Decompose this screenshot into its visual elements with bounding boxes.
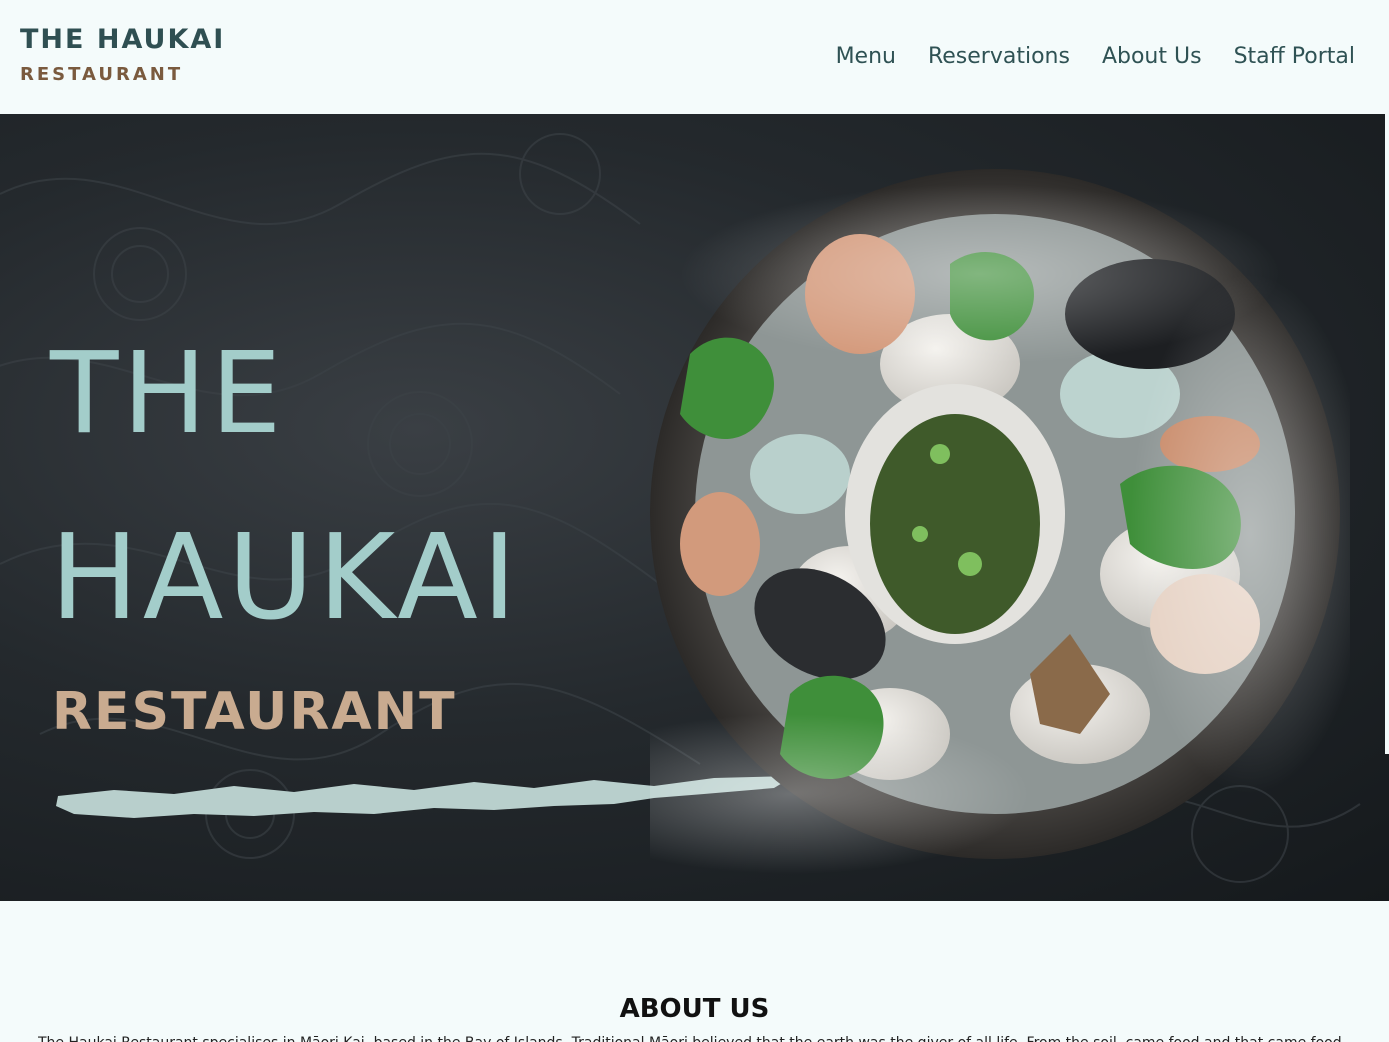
nav-about-us[interactable]: About Us <box>1102 42 1202 72</box>
nav-reservations[interactable]: Reservations <box>928 42 1070 72</box>
nav-menu[interactable]: Menu <box>836 42 896 72</box>
hero-edge-strip <box>1385 114 1389 754</box>
logo-title: THE HAUKAI <box>20 24 226 55</box>
dish-image <box>650 169 1350 874</box>
main-nav: Menu Reservations About Us Staff Portal <box>836 42 1355 72</box>
about-section: ABOUT US The Haukai Restaurant specialis… <box>0 901 1389 1042</box>
hero-title-restaurant: RESTAURANT <box>52 682 457 742</box>
nav-staff-portal[interactable]: Staff Portal <box>1234 42 1355 72</box>
hero-banner: THE HAUKAI RESTAURANT <box>0 114 1389 901</box>
logo-subtitle: RESTAURANT <box>20 64 184 85</box>
hero-title-the: THE <box>50 329 286 459</box>
about-text: The Haukai Restaurant specialises in Māo… <box>38 1033 1368 1042</box>
site-header: THE HAUKAI RESTAURANT Menu Reservations … <box>0 0 1389 114</box>
hero-title-haukai: HAUKAI <box>50 508 521 646</box>
site-logo[interactable]: THE HAUKAI RESTAURANT <box>20 24 225 86</box>
about-heading: ABOUT US <box>619 994 770 1024</box>
